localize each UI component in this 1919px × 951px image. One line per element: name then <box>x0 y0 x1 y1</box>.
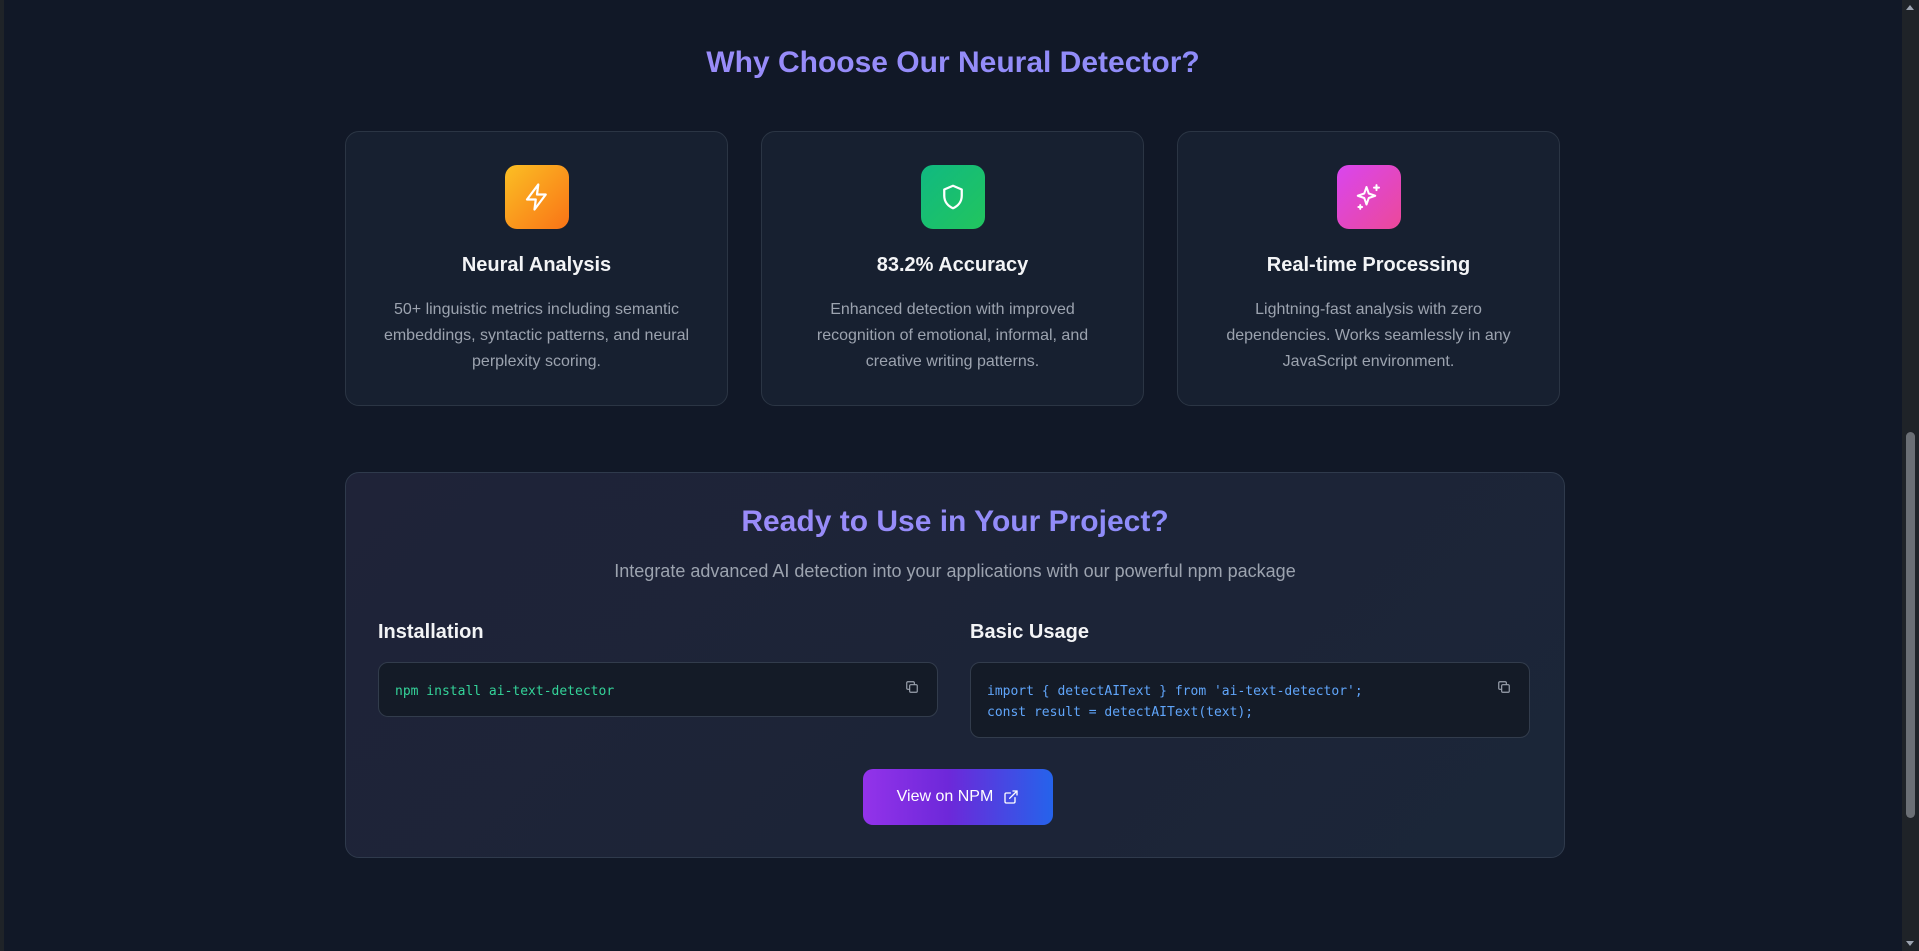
features-grid: Neural Analysis 50+ linguistic metrics i… <box>345 131 1565 408</box>
usage-code: import { detectAIText } from 'ai-text-de… <box>987 684 1363 720</box>
external-link-icon <box>1004 790 1018 804</box>
feature-description: 50+ linguistic metrics including semanti… <box>383 301 690 370</box>
page: Why Choose Our Neural Detector? Neural A… <box>4 0 1902 951</box>
installation-heading: Installation <box>378 621 484 643</box>
usage-code-block: import { detectAIText } from 'ai-text-de… <box>970 662 1530 738</box>
feature-card-realtime: Real-time Processing Lightning-fast anal… <box>1177 131 1560 406</box>
feature-title: Real-time Processing <box>1266 254 1471 276</box>
copy-icon[interactable] <box>1495 678 1513 696</box>
scroll-up-arrow-icon[interactable] <box>1906 5 1914 10</box>
ready-to-use-panel: Ready to Use in Your Project? Integrate … <box>345 472 1565 858</box>
vertical-scrollbar[interactable] <box>1902 0 1919 951</box>
basic-usage-heading: Basic Usage <box>970 621 1089 643</box>
feature-title: Neural Analysis <box>461 254 612 276</box>
feature-card-accuracy: 83.2% Accuracy Enhanced detection with i… <box>761 131 1144 406</box>
installation-code: npm install ai-text-detector <box>395 684 615 699</box>
ready-section-title: Ready to Use in Your Project? <box>346 505 1564 539</box>
scrollbar-thumb[interactable] <box>1906 432 1915 818</box>
feature-card-neural-analysis: Neural Analysis 50+ linguistic metrics i… <box>345 131 728 406</box>
copy-icon[interactable] <box>903 678 921 696</box>
ready-section-subtitle: Integrate advanced AI detection into you… <box>614 561 1296 581</box>
installation-code-block: npm install ai-text-detector <box>378 662 938 717</box>
lightning-icon <box>505 165 569 229</box>
features-section-title: Why Choose Our Neural Detector? <box>4 46 1902 80</box>
view-on-npm-label: View on NPM <box>896 788 994 805</box>
sparkles-icon <box>1337 165 1401 229</box>
scroll-down-arrow-icon[interactable] <box>1906 941 1914 946</box>
feature-title: 83.2% Accuracy <box>876 254 1029 276</box>
view-on-npm-button[interactable]: View on NPM <box>863 769 1053 825</box>
feature-description: Lightning-fast analysis with zero depend… <box>1226 301 1511 370</box>
shield-icon <box>921 165 985 229</box>
feature-description: Enhanced detection with improved recogni… <box>816 301 1089 370</box>
